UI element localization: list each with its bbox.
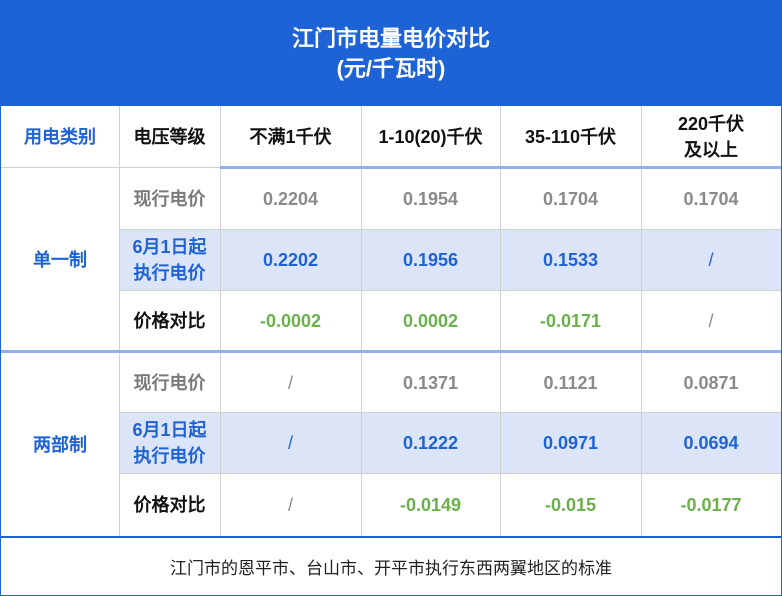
header-voltage: 电压等级 [133, 126, 206, 147]
table-cell: -0.015 [544, 495, 597, 515]
table-cell: 0.1121 [543, 372, 598, 393]
table-cell: / [708, 310, 714, 331]
header-col-2: 1-10(20)千伏 [378, 126, 483, 147]
row-label-new-line1: 6月1日起 [132, 237, 207, 257]
footer-note: 江门市的恩平市、台山市、开平市执行东西两翼地区的标准 [1, 536, 781, 595]
row-label-new-line2: 执行电价 [133, 446, 206, 466]
table-cell: 0.1704 [683, 188, 739, 209]
table-cell: 0.1533 [542, 250, 599, 270]
row-label-diff: 价格对比 [133, 495, 206, 515]
table-cell: / [287, 433, 293, 453]
header-col-4-line1: 220千伏 [677, 113, 745, 134]
table-cell: / [708, 250, 714, 270]
table-cell: / [287, 372, 293, 393]
table-cell: / [287, 495, 293, 515]
table-cell: 0.1956 [402, 250, 459, 270]
row-label-diff: 价格对比 [133, 310, 206, 331]
table-cell: -0.0002 [259, 310, 322, 331]
table-cell: -0.0149 [399, 495, 462, 515]
row-label-current: 现行电价 [133, 372, 206, 393]
header-col-3: 35-110千伏 [524, 126, 617, 147]
header-category: 用电类别 [24, 126, 96, 147]
table-cell: 0.0871 [683, 372, 739, 393]
row-label-new-line2: 执行电价 [133, 263, 206, 283]
table-title: 江门市电量电价对比 (元/千瓦时) [1, 1, 781, 106]
table-cell: 0.1954 [402, 188, 459, 209]
row-label-new: 6月1日起 执行电价 [119, 413, 220, 473]
table-cell: 0.1371 [402, 372, 459, 393]
row-label-current: 现行电价 [133, 188, 206, 209]
table-cell: 0.0971 [542, 433, 599, 453]
header-col-4: 220千伏 及以上 [641, 106, 781, 167]
row-label-new: 6月1日起 执行电价 [119, 230, 220, 290]
header-col-1: 不满1千伏 [249, 126, 332, 147]
title-main: 江门市电量电价对比 [291, 25, 490, 51]
table-cell: 0.2202 [262, 250, 319, 270]
group-label-two-part: 两部制 [33, 434, 87, 455]
table-cell: -0.0177 [680, 495, 742, 515]
table-cell: 0.0002 [402, 310, 459, 331]
table-cell: 0.0694 [683, 433, 739, 453]
header-col-4-line2: 及以上 [684, 139, 738, 160]
table-cell: -0.0171 [539, 310, 602, 331]
row-label-new-line1: 6月1日起 [132, 420, 207, 440]
price-table-card: 江门市电量电价对比 (元/千瓦时) 用电类别 电压等级 不满1千伏 1-10(2… [0, 0, 782, 596]
table-cell: 0.1704 [542, 188, 599, 209]
table-cell: 0.2204 [262, 188, 319, 209]
table-cell: 0.1222 [402, 433, 459, 453]
group-label-single: 单一制 [33, 249, 87, 270]
title-unit: (元/千瓦时) [336, 55, 446, 81]
